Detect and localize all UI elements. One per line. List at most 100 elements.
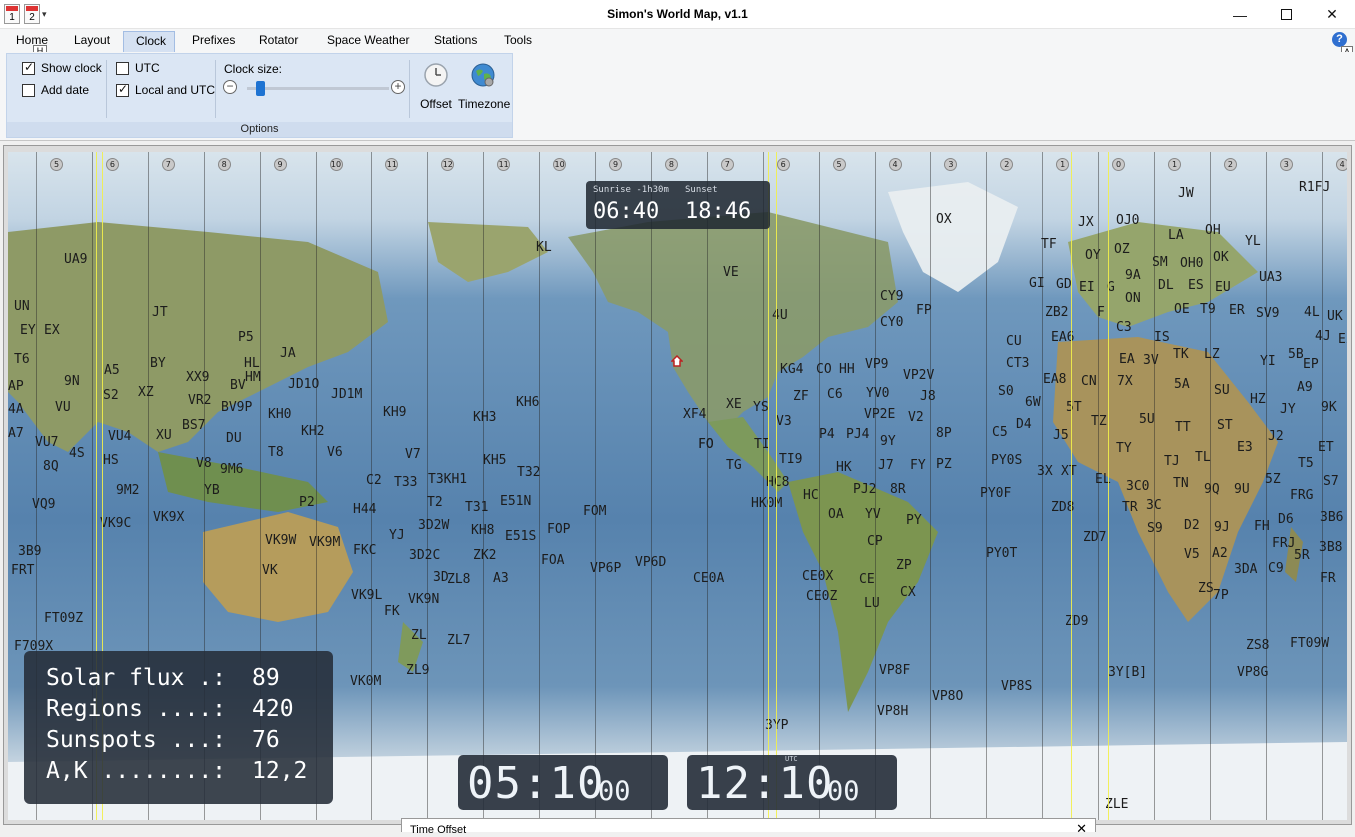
tab-clock[interactable]: Clock <box>123 31 175 52</box>
callsign-prefix-label: VP2E <box>864 407 896 422</box>
callsign-prefix-label: LZ <box>1204 347 1220 362</box>
clock-size-slider-thumb[interactable] <box>255 81 265 96</box>
local-and-utc-checkbox[interactable]: Local and UTC <box>116 82 216 97</box>
add-date-checkbox[interactable]: Add date <box>22 83 89 97</box>
callsign-prefix-label: KH5 <box>483 453 507 468</box>
utc-checkbox[interactable]: UTC <box>116 61 160 75</box>
callsign-prefix-label: FOM <box>583 504 607 519</box>
callsign-prefix-label: VK9N <box>408 592 440 607</box>
callsign-prefix-label: VP8S <box>1001 679 1033 694</box>
timezone-offset-badge: 4 <box>888 158 902 171</box>
callsign-prefix-label: C6 <box>827 387 843 402</box>
timezone-boundary-line <box>762 152 764 820</box>
clock-icon <box>424 63 448 87</box>
callsign-prefix-label: VU7 <box>35 435 59 450</box>
callsign-prefix-label: SM <box>1152 255 1168 270</box>
callsign-prefix-label: LA <box>1168 228 1184 243</box>
callsign-prefix-label: CE <box>859 572 875 587</box>
callsign-prefix-label: PJ2 <box>853 482 877 497</box>
callsign-prefix-label: 9Y <box>880 434 896 449</box>
timezone-offset-badge: 8 <box>664 158 678 171</box>
callsign-prefix-label: T5 <box>1298 456 1314 471</box>
tab-rotator[interactable]: Rotator <box>253 31 304 52</box>
callsign-prefix-label: EU <box>1215 280 1231 295</box>
local-and-utc-label: Local and UTC <box>135 83 216 97</box>
callsign-prefix-label: ZL8 <box>447 572 471 587</box>
callsign-prefix-label: ZK2 <box>473 548 497 563</box>
callsign-prefix-label: CN <box>1081 374 1097 389</box>
callsign-prefix-label: A7 <box>8 426 24 441</box>
callsign-prefix-label: JD1M <box>331 387 363 402</box>
callsign-prefix-label: TK <box>1173 347 1189 362</box>
callsign-prefix-label: A3 <box>493 571 509 586</box>
timezone-offset-badge: 10 <box>553 158 567 171</box>
tab-home[interactable]: Home H <box>10 31 54 58</box>
callsign-prefix-label: J5 <box>1053 428 1069 443</box>
zoom-in-icon[interactable]: + <box>391 80 405 94</box>
world-map[interactable]: 5 6 7 8 9 10 11 12 11 10 9 8 7 6 5 4 3 2 1 0 1 2 3 4 R1FJ JW OX JX… <box>8 152 1347 820</box>
timezone-boundary-line <box>818 152 820 820</box>
minimize-button[interactable]: — <box>1217 0 1263 29</box>
callsign-prefix-label: ZB2 <box>1045 305 1069 320</box>
timezone-offset-badge: 4 <box>1335 158 1347 171</box>
options-group: Show clock Add date UTC Local and UTC Cl… <box>6 53 513 138</box>
callsign-prefix-label: IS <box>1154 330 1170 345</box>
callsign-prefix-label: VP8O <box>932 689 964 704</box>
callsign-prefix-label: KH2 <box>301 424 325 439</box>
callsign-prefix-label: 3B6 <box>1320 510 1344 525</box>
timezone-label: Timezone <box>458 97 511 111</box>
callsign-prefix-label: CE0Z <box>806 589 838 604</box>
time-offset-close-button[interactable]: ✕ <box>1076 821 1087 837</box>
show-clock-checkbox[interactable]: Show clock <box>22 60 102 75</box>
callsign-prefix-label: 9M6 <box>220 462 244 477</box>
callsign-prefix-label: 9U <box>1234 482 1250 497</box>
callsign-prefix-label: 5U <box>1139 412 1155 427</box>
sunset-time: 18:46 <box>685 199 752 224</box>
callsign-prefix-label: SV9 <box>1256 306 1280 321</box>
home-location-icon[interactable] <box>671 355 683 367</box>
offset-button[interactable]: Offset <box>419 62 453 111</box>
timezone-offset-badge: 5 <box>50 158 63 171</box>
callsign-prefix-label: 3C <box>1146 498 1162 513</box>
callsign-prefix-label: 3DA <box>1234 562 1258 577</box>
callsign-prefix-label: AP <box>8 379 24 394</box>
close-button[interactable]: ✕ <box>1309 0 1355 29</box>
timezone-button[interactable]: Timezone <box>458 62 511 111</box>
callsign-prefix-label: D6 <box>1278 512 1294 527</box>
callsign-prefix-label: ZD9 <box>1065 614 1089 629</box>
callsign-prefix-label: T9 <box>1200 302 1216 317</box>
timezone-offset-badge: 6 <box>776 158 790 171</box>
tab-space-weather[interactable]: Space Weather <box>321 31 416 52</box>
callsign-prefix-label: XU <box>156 428 172 443</box>
help-icon[interactable]: ? <box>1332 32 1347 47</box>
callsign-prefix-label: 3X <box>1037 464 1053 479</box>
show-clock-check-icon <box>22 60 35 75</box>
zoom-out-icon[interactable]: − <box>223 80 237 94</box>
callsign-prefix-label: KH3 <box>473 410 497 425</box>
callsign-prefix-label: BY <box>150 356 166 371</box>
callsign-prefix-label: SU <box>1214 383 1230 398</box>
tab-layout[interactable]: Layout <box>68 31 116 52</box>
callsign-prefix-label: FRT <box>11 563 35 578</box>
callsign-prefix-label: FP <box>916 303 932 318</box>
tab-stations[interactable]: Stations <box>428 31 483 52</box>
callsign-prefix-label: PY0S <box>991 453 1023 468</box>
clock-size-slider[interactable] <box>247 87 389 90</box>
callsign-prefix-label: CT3 <box>1006 356 1030 371</box>
callsign-prefix-label: P5 <box>238 330 254 345</box>
timezone-offset-badge: 1 <box>1168 158 1181 171</box>
utc-clock-hours-minutes: 12:10 <box>696 758 834 809</box>
maximize-button[interactable] <box>1263 0 1309 29</box>
callsign-prefix-label: 7X <box>1117 374 1133 389</box>
terminator-line <box>776 152 777 820</box>
callsign-prefix-label: OA <box>828 507 844 522</box>
callsign-prefix-label: 4A <box>8 402 24 417</box>
callsign-prefix-label: E51S <box>505 529 537 544</box>
callsign-prefix-label: HZ <box>1250 392 1266 407</box>
timezone-boundary-line <box>595 152 596 820</box>
callsign-prefix-label: OZ <box>1114 242 1130 257</box>
solar-flux-value: 89 <box>252 665 280 691</box>
callsign-prefix-label: VU4 <box>108 429 132 444</box>
tab-prefixes[interactable]: Prefixes <box>186 31 241 52</box>
tab-tools[interactable]: Tools <box>498 31 538 52</box>
